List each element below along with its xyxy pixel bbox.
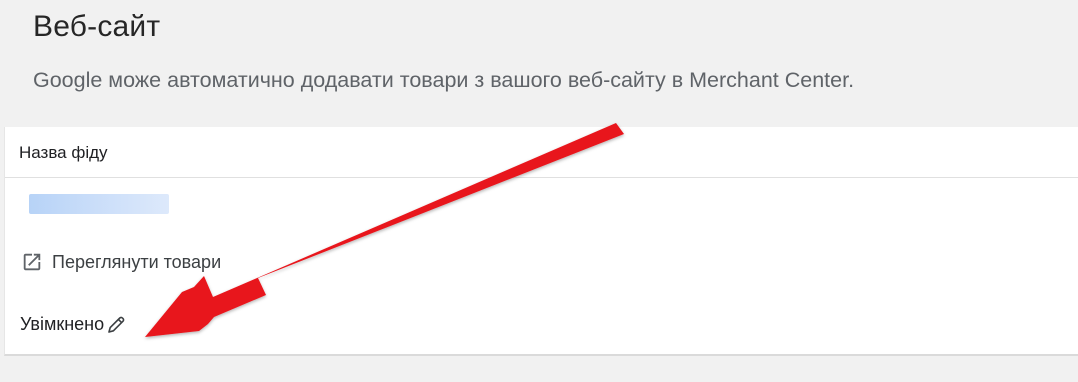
feed-name-redacted[interactable] xyxy=(29,194,169,214)
feed-status: Увімкнено xyxy=(20,313,126,335)
section-header: Веб-сайт Google може автоматично додават… xyxy=(4,0,1078,126)
page-title: Веб-сайт xyxy=(33,10,161,43)
open-in-new-icon xyxy=(21,251,43,273)
view-products-link[interactable]: Переглянути товари xyxy=(21,251,221,273)
section-description: Google може автоматично додавати товари … xyxy=(33,68,855,92)
pencil-icon[interactable] xyxy=(106,313,126,335)
view-products-label: Переглянути товари xyxy=(52,251,222,272)
column-header-feed-name: Назва фіду xyxy=(19,143,108,162)
feed-table: Назва фіду Переглянути товари Увімкнено xyxy=(4,127,1078,356)
page: Веб-сайт Google може автоматично додават… xyxy=(0,0,1078,382)
header-divider xyxy=(5,177,1078,178)
status-label: Увімкнено xyxy=(20,313,105,334)
